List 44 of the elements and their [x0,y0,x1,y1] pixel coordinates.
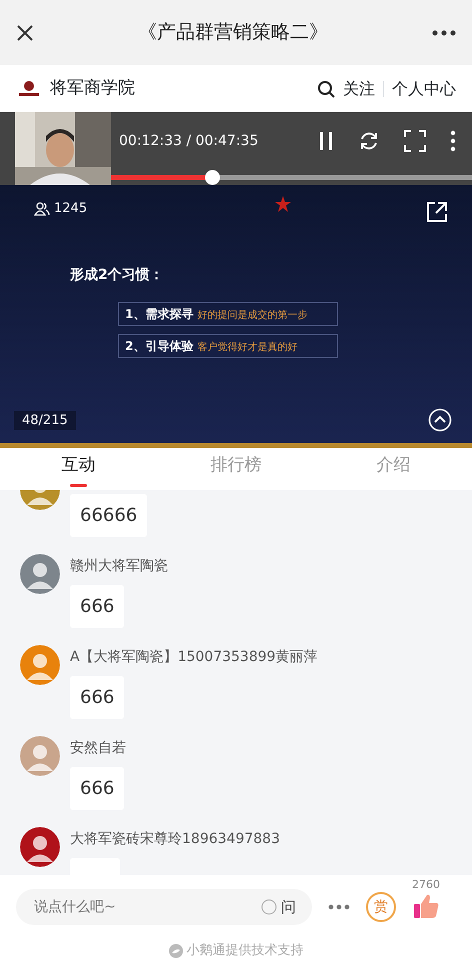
user-name: 大将军瓷砖宋尊玲18963497883 [70,830,280,849]
avatar-icon [20,645,60,685]
pause-icon[interactable] [318,131,334,151]
refresh-icon[interactable] [358,130,380,152]
page-counter: 48/215 [14,410,76,430]
message-bubble: 66666 [70,494,148,537]
search-icon[interactable] [317,80,335,98]
viewers-icon [34,202,50,216]
message-bubble: 666 [70,585,124,628]
brand-icon [168,944,182,958]
profile-link[interactable]: 个人中心 [392,76,456,100]
collapse-icon[interactable] [428,408,452,432]
user-name: 安然自若 [70,739,126,758]
close-icon[interactable] [16,24,34,42]
more-icon[interactable] [432,30,456,36]
time-readout: 00:12:33 / 00:47:35 [119,132,260,150]
more-icon[interactable] [450,130,456,152]
external-link-icon[interactable] [426,201,448,223]
avatar-icon [20,554,60,594]
message-bubble: 666 [70,676,124,719]
slide-heading: 形成2个习惯： [70,266,165,285]
ask-label[interactable]: 问 [281,896,296,918]
like-count: 2760 [412,876,440,893]
user-name: A【大将军陶瓷】15007353899黄丽萍 [70,648,318,667]
message-bubble: 666 [70,767,124,810]
follow-link[interactable]: 关注 [343,76,375,100]
footer-text: 小鹅通提供技术支持 [186,942,304,960]
slide-item: 1、需求探寻 好的提问是成交的第一步 [118,302,338,326]
logo-icon [16,78,42,98]
viewer-count: 1245 [54,200,88,218]
star-icon [274,195,292,213]
channel-name: 将军商学院 [50,76,136,100]
thumbs-up-icon[interactable] [412,893,440,920]
tab[interactable]: 互动 [62,453,96,485]
page-title: 《产品群营销策略二》 [138,20,328,46]
radio-icon[interactable] [261,899,277,915]
user-name: 赣州大将军陶瓷 [70,557,168,576]
avatar-icon [20,736,60,776]
avatar-icon [20,827,60,867]
fullscreen-icon[interactable] [404,130,426,152]
progress-track[interactable] [111,170,472,185]
progress-thumb[interactable] [205,170,220,185]
slide-item: 2、引导体验 客户觉得好才是真的好 [118,334,338,358]
comment-field[interactable]: 说点什么吧~ 问 [16,889,312,925]
